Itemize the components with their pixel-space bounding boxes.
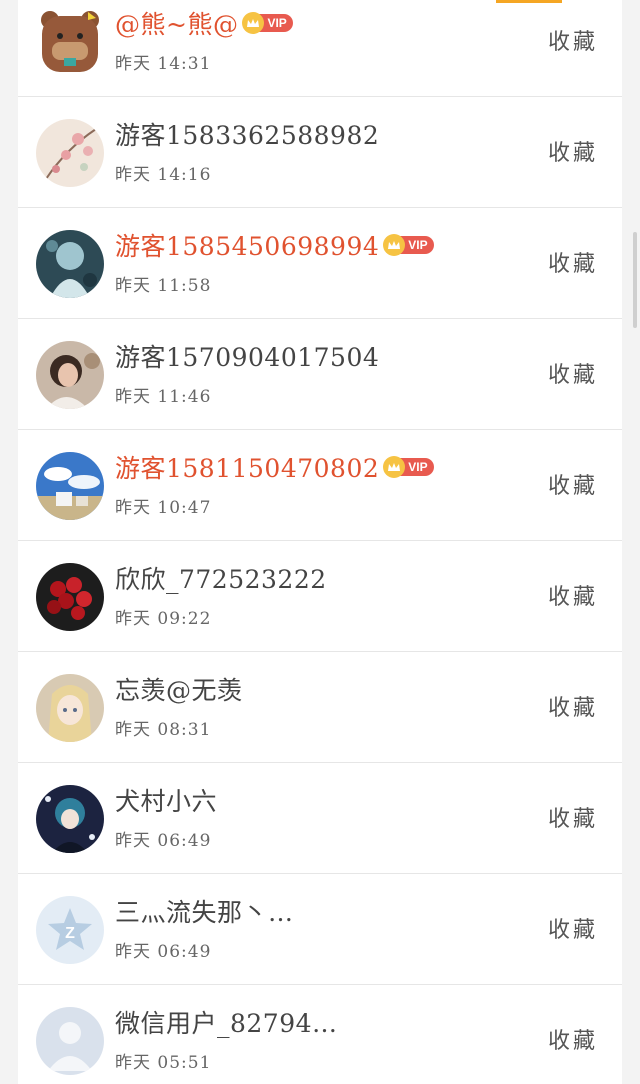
user-list: @熊~熊@ VIP 昨天 14:31 收藏 游客1583362588982 昨天… <box>18 0 622 1084</box>
favorites-list-page: @熊~熊@ VIP 昨天 14:31 收藏 游客1583362588982 昨天… <box>18 0 622 1084</box>
user-name[interactable]: 三灬流失那丶… <box>115 893 294 929</box>
user-name[interactable]: 游客1583362588982 <box>115 116 379 152</box>
list-item[interactable]: @熊~熊@ VIP 昨天 14:31 收藏 <box>18 0 622 97</box>
avatar[interactable] <box>36 674 104 742</box>
vip-badge: VIP <box>383 456 434 478</box>
avatar[interactable] <box>36 119 104 187</box>
timestamp: 昨天 08:31 <box>115 720 212 740</box>
list-item[interactable]: 犬村小六 昨天 06:49 收藏 <box>18 763 622 874</box>
user-name[interactable]: 游客1570904017504 <box>115 338 379 374</box>
favorite-button[interactable]: 收藏 <box>548 912 598 944</box>
user-name[interactable]: @熊~熊@ <box>115 5 238 41</box>
svg-text:Z: Z <box>65 925 75 942</box>
avatar[interactable] <box>36 8 104 76</box>
vip-badge: VIP <box>383 234 434 256</box>
timestamp: 昨天 11:46 <box>115 387 212 407</box>
avatar[interactable] <box>36 452 104 520</box>
user-name[interactable]: 游客1581150470802 <box>115 449 379 485</box>
favorite-button[interactable]: 收藏 <box>548 801 598 833</box>
favorite-button[interactable]: 收藏 <box>548 246 598 278</box>
user-name[interactable]: 游客1585450698994 <box>115 227 379 263</box>
favorite-button[interactable]: 收藏 <box>548 690 598 722</box>
timestamp: 昨天 09:22 <box>115 609 212 629</box>
list-item[interactable]: 游客1581150470802 VIP 昨天 10:47 收藏 <box>18 430 622 541</box>
timestamp: 昨天 05:51 <box>115 1053 212 1073</box>
user-name[interactable]: 犬村小六 <box>115 782 217 818</box>
favorite-button[interactable]: 收藏 <box>548 357 598 389</box>
user-name[interactable]: 微信用户_82794… <box>115 1004 338 1040</box>
timestamp: 昨天 06:49 <box>115 942 212 962</box>
timestamp: 昨天 11:58 <box>115 276 212 296</box>
list-item[interactable]: 游客1583362588982 昨天 14:16 收藏 <box>18 97 622 208</box>
favorite-button[interactable]: 收藏 <box>548 135 598 167</box>
list-item[interactable]: 欣欣_772523222 昨天 09:22 收藏 <box>18 541 622 652</box>
avatar[interactable] <box>36 1007 104 1075</box>
avatar[interactable] <box>36 563 104 631</box>
timestamp: 昨天 14:31 <box>115 54 212 74</box>
list-item[interactable]: 游客1585450698994 VIP 昨天 11:58 收藏 <box>18 208 622 319</box>
vip-badge: VIP <box>242 12 293 34</box>
user-name[interactable]: 忘羡@无羡 <box>115 671 243 707</box>
user-name[interactable]: 欣欣_772523222 <box>115 560 327 596</box>
avatar[interactable]: Z <box>36 896 104 964</box>
timestamp: 昨天 10:47 <box>115 498 212 518</box>
timestamp: 昨天 06:49 <box>115 831 212 851</box>
list-item[interactable]: 微信用户_82794… 昨天 05:51 收藏 <box>18 985 622 1084</box>
favorite-button[interactable]: 收藏 <box>548 1023 598 1055</box>
scrollbar[interactable] <box>633 232 637 328</box>
timestamp: 昨天 14:16 <box>115 165 212 185</box>
favorite-button[interactable]: 收藏 <box>548 468 598 500</box>
list-item[interactable]: 忘羡@无羡 昨天 08:31 收藏 <box>18 652 622 763</box>
favorite-button[interactable]: 收藏 <box>548 24 598 56</box>
list-item[interactable]: 游客1570904017504 昨天 11:46 收藏 <box>18 319 622 430</box>
avatar[interactable] <box>36 341 104 409</box>
list-item[interactable]: Z 三灬流失那丶… 昨天 06:49 收藏 <box>18 874 622 985</box>
avatar[interactable] <box>36 785 104 853</box>
avatar[interactable] <box>36 230 104 298</box>
favorite-button[interactable]: 收藏 <box>548 579 598 611</box>
